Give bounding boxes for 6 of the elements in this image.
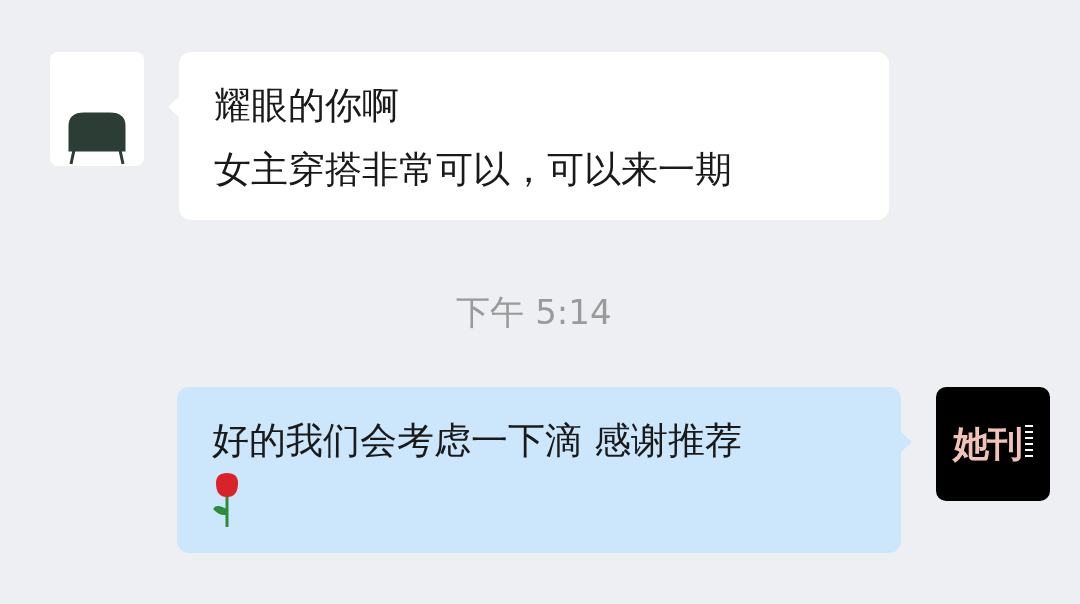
message-text: 女主穿搭非常可以，可以来一期: [214, 147, 733, 193]
message-text: 耀眼的你啊: [214, 83, 400, 129]
message-text: 好的我们会考虑一下滴 感谢推荐: [212, 418, 743, 464]
logo-avatar[interactable]: 她刊: [936, 387, 1050, 501]
timestamp: 下午 5:14: [456, 291, 612, 334]
avatar[interactable]: [50, 52, 144, 166]
